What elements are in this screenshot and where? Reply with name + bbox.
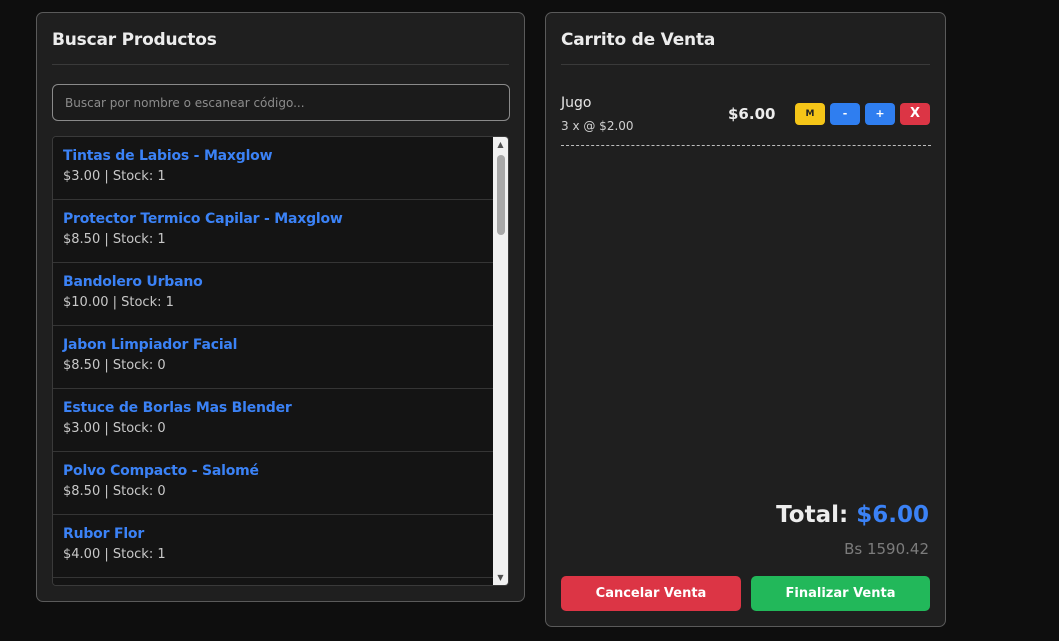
cancel-sale-button[interactable]: Cancelar Venta (561, 576, 741, 611)
product-price-stock: $8.50 | Stock: 0 (63, 358, 166, 373)
divider (561, 64, 930, 65)
product-name: Protector Termico Capilar - Maxglow (63, 211, 343, 227)
total-label: Total: (776, 502, 849, 528)
total-line: Total: $6.00 (776, 502, 929, 528)
panel-title: Buscar Productos (52, 30, 217, 50)
product-price-stock: $3.00 | Stock: 0 (63, 421, 166, 436)
cart-item: Jugo 3 x @ $2.00 $6.00 M - + X (561, 93, 931, 146)
total-amount: $6.00 (856, 502, 929, 528)
product-list-item[interactable]: Estuce de Borlas Mas Blender $3.00 | Stoc… (53, 389, 493, 452)
modify-item-button[interactable]: M (795, 103, 825, 125)
product-list-item[interactable]: Polvo Compacto - Salomé $8.50 | Stock: 0 (53, 452, 493, 515)
product-name: Tintas de Labios - Maxglow (63, 148, 273, 164)
product-name: Rubor Flor (63, 526, 145, 542)
decrease-quantity-button[interactable]: - (830, 103, 860, 125)
product-list-item[interactable]: Protector Termico Capilar - Maxglow $8.50… (53, 200, 493, 263)
increase-quantity-button[interactable]: + (865, 103, 895, 125)
product-list-item[interactable]: Rubor Flor $4.00 | Stock: 1 (53, 515, 493, 578)
product-name: Jabon Limpiador Facial (63, 337, 238, 353)
scroll-up-arrow-icon[interactable]: ▲ (493, 137, 508, 152)
scroll-thumb[interactable] (497, 155, 505, 235)
product-price-stock: $8.50 | Stock: 0 (63, 484, 166, 499)
cart-item-detail: 3 x @ $2.00 (561, 119, 634, 133)
product-items: Tintas de Labios - Maxglow $3.00 | Stock:… (53, 137, 493, 585)
product-price-stock: $10.00 | Stock: 1 (63, 295, 174, 310)
divider (52, 64, 509, 65)
product-price-stock: $8.50 | Stock: 1 (63, 232, 166, 247)
remove-item-button[interactable]: X (900, 103, 930, 125)
product-list-item[interactable]: Tintas de Labios - Maxglow $3.00 | Stock:… (53, 137, 493, 200)
scrollbar[interactable]: ▲ ▼ (493, 137, 508, 585)
cart-item-subtotal: $6.00 (728, 105, 776, 123)
cart-item-name: Jugo (561, 95, 592, 111)
product-list-item[interactable]: Jabon Limpiador Facial $8.50 | Stock: 0 (53, 326, 493, 389)
product-list-item[interactable]: Bandolero Urbano $10.00 | Stock: 1 (53, 263, 493, 326)
sale-cart-panel: Carrito de Venta Jugo 3 x @ $2.00 $6.00 … (545, 12, 946, 627)
scroll-down-arrow-icon[interactable]: ▼ (493, 570, 508, 585)
product-name: Estuce de Borlas Mas Blender (63, 400, 292, 416)
product-name: Polvo Compacto - Salomé (63, 463, 259, 479)
search-products-panel: Buscar Productos Tintas de Labios - Maxg… (36, 12, 525, 602)
product-list-item[interactable] (53, 578, 493, 585)
product-price-stock: $3.00 | Stock: 1 (63, 169, 166, 184)
total-bolivares: Bs 1590.42 (844, 540, 929, 558)
panel-title: Carrito de Venta (561, 30, 716, 50)
search-input[interactable] (52, 84, 510, 121)
product-price-stock: $4.00 | Stock: 1 (63, 547, 166, 562)
finish-sale-button[interactable]: Finalizar Venta (751, 576, 930, 611)
product-list[interactable]: Tintas de Labios - Maxglow $3.00 | Stock:… (52, 136, 509, 586)
product-name: Bandolero Urbano (63, 274, 203, 290)
